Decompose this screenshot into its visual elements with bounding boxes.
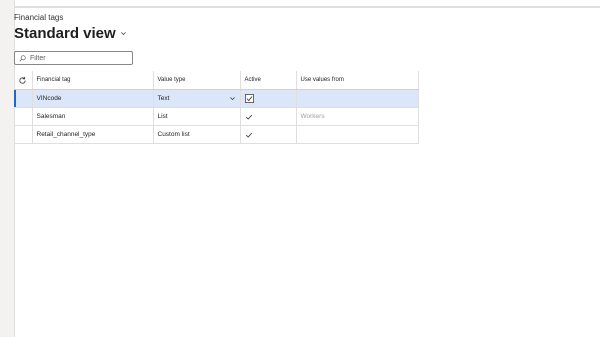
refresh-column-header[interactable]	[14, 71, 33, 90]
financial-tag-cell[interactable]: VINcode	[32, 89, 154, 108]
column-header-value-type[interactable]: Value type	[153, 71, 241, 90]
column-header-financial-tag[interactable]: Financial tag	[32, 71, 154, 90]
checkmark-icon	[245, 132, 252, 138]
top-command-strip	[0, 0, 600, 8]
active-cell[interactable]	[240, 107, 297, 126]
use-values-from-cell[interactable]: Workers	[296, 107, 419, 126]
filter-input[interactable]	[26, 52, 130, 64]
financial-tag-cell[interactable]: Retail_channel_type	[32, 125, 154, 144]
view-title: Standard view	[14, 25, 116, 42]
table-row[interactable]: Retail_channel_type Custom list	[14, 125, 419, 144]
search-icon	[19, 54, 26, 62]
use-values-from-cell[interactable]	[296, 89, 419, 108]
top-command-bar	[14, 0, 600, 7]
grid-header-row: Financial tag Value type Active Use valu…	[14, 71, 419, 90]
chevron-down-icon[interactable]	[229, 95, 236, 102]
financial-tags-grid: Financial tag Value type Active Use valu…	[14, 71, 419, 144]
active-cell[interactable]	[240, 89, 297, 108]
table-row[interactable]: VINcode Text	[14, 89, 419, 108]
active-checkbox[interactable]	[244, 94, 254, 103]
row-selector[interactable]	[14, 89, 33, 108]
left-navigation-pane[interactable]	[0, 0, 15, 337]
value-type-cell[interactable]: List	[153, 107, 241, 126]
filter-box[interactable]	[14, 51, 133, 65]
use-values-from-cell[interactable]	[296, 125, 419, 144]
financial-tag-cell[interactable]: Salesman	[32, 107, 154, 126]
row-selector[interactable]	[14, 125, 33, 144]
value-type-cell[interactable]: Custom list	[153, 125, 241, 144]
checkmark-icon	[245, 114, 252, 120]
view-selector[interactable]: Standard view	[14, 25, 127, 42]
table-row[interactable]: Salesman List Workers	[14, 107, 419, 126]
column-header-use-values-from[interactable]: Use values from	[296, 71, 419, 90]
active-cell[interactable]	[240, 125, 297, 144]
value-type-cell[interactable]: Text	[153, 89, 241, 108]
page-caption: Financial tags	[14, 13, 64, 22]
row-selector[interactable]	[14, 107, 33, 126]
chevron-down-icon	[120, 32, 126, 36]
refresh-icon[interactable]	[18, 76, 27, 85]
column-header-active[interactable]: Active	[240, 71, 297, 90]
value-type-value: Text	[157, 95, 170, 102]
